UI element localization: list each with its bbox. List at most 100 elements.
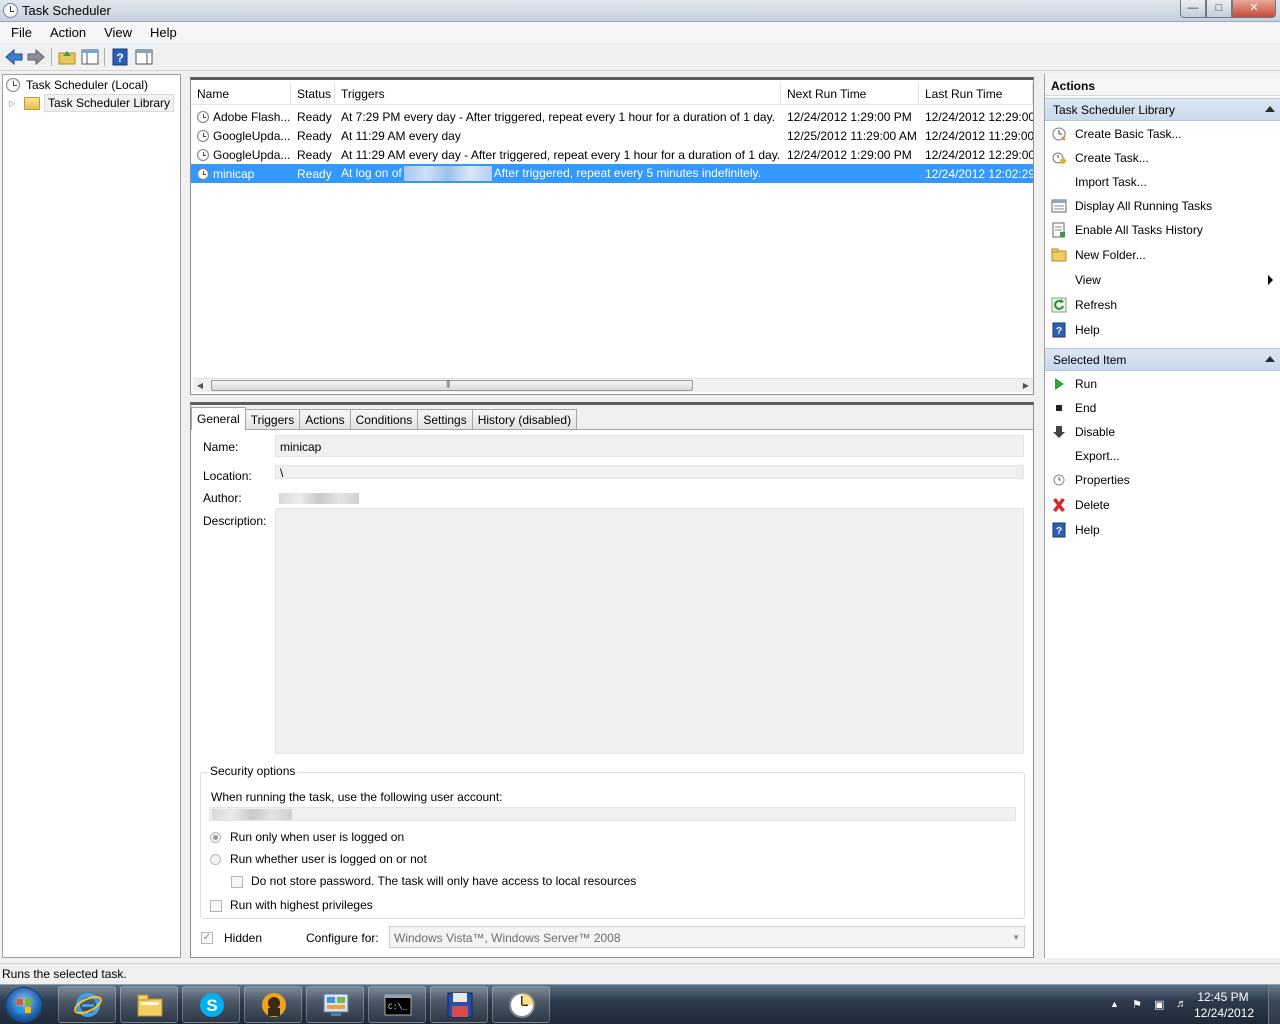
action-help-selected[interactable]: ? Help <box>1045 518 1280 541</box>
section-task-scheduler-library[interactable]: Task Scheduler Library <box>1045 98 1280 121</box>
task-clock-icon <box>197 110 209 123</box>
up-folder-button[interactable] <box>57 48 77 66</box>
user-account-label: When running the task, use the following… <box>211 790 503 804</box>
show-hide-console-tree-button[interactable] <box>80 48 100 66</box>
taskbar-command-prompt[interactable]: C:\_ <box>368 986 426 1023</box>
menu-view[interactable]: View <box>93 22 139 43</box>
menu-bar: File Action View Help <box>0 22 1280 43</box>
table-row[interactable]: GoogleUpda... Ready At 11:29 AM every da… <box>191 145 1033 164</box>
action-create-basic-task[interactable]: Create Basic Task... <box>1045 122 1280 145</box>
scroll-thumb[interactable] <box>211 379 693 391</box>
action-view[interactable]: View <box>1045 268 1280 291</box>
table-row-selected[interactable]: minicap Ready At log on of After triggere… <box>191 164 1033 183</box>
close-button[interactable]: ✕ <box>1232 0 1276 18</box>
trigger-prefix: At log on of <box>341 165 402 180</box>
section-selected-item[interactable]: Selected Item <box>1045 348 1280 371</box>
redacted-user <box>403 166 492 182</box>
tab-triggers[interactable]: Triggers <box>244 409 301 430</box>
internet-explorer-icon <box>74 993 102 1017</box>
menu-help[interactable]: Help <box>139 22 184 43</box>
action-display-running-tasks[interactable]: Display All Running Tasks <box>1045 194 1280 217</box>
action-center-flag-icon[interactable]: ⚑ <box>1132 998 1146 1012</box>
hidden-checkbox[interactable]: ✓ <box>201 932 213 944</box>
action-refresh[interactable]: Refresh <box>1045 293 1280 316</box>
name-field[interactable]: minicap <box>275 435 1024 457</box>
action-help-library[interactable]: ? Help <box>1045 318 1280 341</box>
display-running-icon <box>1051 198 1067 214</box>
minimize-button[interactable]: — <box>1180 0 1206 18</box>
forward-arrow-icon <box>27 48 45 66</box>
tab-actions[interactable]: Actions <box>299 409 351 430</box>
action-disable[interactable]: Disable <box>1045 420 1280 443</box>
taskbar-task-scheduler[interactable] <box>492 986 550 1023</box>
action-export[interactable]: Export... <box>1045 444 1280 467</box>
run-only-logged-on-radio[interactable] <box>210 832 221 843</box>
column-header-last-run[interactable]: Last Run Time <box>919 83 1033 104</box>
taskbar-internet-explorer[interactable] <box>58 986 116 1023</box>
tab-general[interactable]: General <box>191 407 246 430</box>
show-hidden-icons-icon[interactable]: ▲ <box>1110 999 1124 1013</box>
action-label: Export... <box>1075 448 1120 463</box>
expand-arrow-icon[interactable]: ▷ <box>9 99 19 108</box>
action-properties[interactable]: Properties <box>1045 468 1280 491</box>
action-enable-tasks-history[interactable]: Enable All Tasks History <box>1045 218 1280 241</box>
tray-date[interactable]: 12/24/2012 <box>1188 1006 1260 1020</box>
scroll-right-icon[interactable]: ▶ <box>1019 380 1033 392</box>
network-icon[interactable]: ▣ <box>1154 998 1168 1012</box>
taskbar-save-disk[interactable] <box>430 986 488 1023</box>
task-clock-icon <box>197 129 209 142</box>
highest-privileges-checkbox[interactable] <box>210 900 222 912</box>
tab-conditions[interactable]: Conditions <box>349 409 419 430</box>
action-run[interactable]: Run <box>1045 372 1280 395</box>
show-hide-action-pane-button[interactable] <box>134 48 154 66</box>
run-whether-logged-on-radio[interactable] <box>210 854 221 865</box>
taskbar-file-explorer[interactable] <box>120 986 178 1023</box>
scroll-left-icon[interactable]: ◀ <box>193 380 207 392</box>
configure-for-select[interactable]: Windows Vista™, Windows Server™ 2008 ▼ <box>389 926 1025 948</box>
tab-history[interactable]: History (disabled) <box>471 409 578 430</box>
table-row[interactable]: GoogleUpda... Ready At 11:29 AM every da… <box>191 126 1033 145</box>
column-header-status[interactable]: Status <box>291 83 335 104</box>
help-toolbar-button[interactable]: ? <box>110 48 130 66</box>
action-new-folder[interactable]: New Folder... <box>1045 243 1280 266</box>
tab-settings[interactable]: Settings <box>417 409 473 430</box>
show-desktop-button[interactable] <box>1268 985 1280 1024</box>
task-next-run: 12/25/2012 11:29:00 AM <box>787 128 917 143</box>
action-create-task[interactable]: Create Task... <box>1045 146 1280 169</box>
toolbar-separator <box>104 48 105 66</box>
taskbar-control-panel[interactable] <box>306 986 364 1023</box>
description-field[interactable] <box>275 508 1024 754</box>
task-clock-icon <box>197 148 209 161</box>
enable-history-icon <box>1051 222 1067 238</box>
tree-child-label: Task Scheduler Library <box>44 94 175 112</box>
location-field[interactable]: \ <box>275 465 1024 480</box>
taskbar-skype[interactable]: S <box>182 986 240 1023</box>
maximize-button[interactable]: □ <box>1206 0 1232 18</box>
collapse-up-icon[interactable] <box>1265 356 1275 362</box>
back-button[interactable] <box>4 48 24 66</box>
column-header-next-run[interactable]: Next Run Time <box>781 83 919 104</box>
forward-button[interactable] <box>26 48 46 66</box>
task-list: Name Status Triggers Next Run Time Last … <box>190 77 1034 395</box>
table-row[interactable]: Adobe Flash... Ready At 7:29 PM every da… <box>191 107 1033 126</box>
action-label: Properties <box>1075 472 1130 487</box>
menu-action[interactable]: Action <box>39 22 93 43</box>
create-basic-task-icon <box>1051 126 1067 142</box>
action-delete[interactable]: Delete <box>1045 493 1280 516</box>
general-tab-page: Name: minicap Location: \ Author: Descri… <box>191 429 1033 957</box>
horizontal-scrollbar[interactable]: ◀ ▶ <box>193 378 1033 392</box>
taskbar-media-app[interactable] <box>244 986 302 1023</box>
tree-item-library[interactable]: ▷ Task Scheduler Library <box>9 94 175 112</box>
svg-text:S: S <box>206 996 217 1015</box>
action-import-task[interactable]: Import Task... <box>1045 170 1280 193</box>
column-header-triggers[interactable]: Triggers <box>335 83 781 104</box>
start-button[interactable] <box>5 987 43 1023</box>
action-end[interactable]: End <box>1045 396 1280 419</box>
tree-item-local[interactable]: Task Scheduler (Local) <box>6 76 148 94</box>
task-next-run: 12/24/2012 1:29:00 PM <box>787 147 912 162</box>
column-header-name[interactable]: Name <box>191 83 291 104</box>
collapse-up-icon[interactable] <box>1265 106 1275 112</box>
menu-file[interactable]: File <box>0 22 39 43</box>
tray-time[interactable]: 12:45 PM <box>1188 990 1258 1004</box>
do-not-store-password-checkbox[interactable] <box>231 876 243 888</box>
